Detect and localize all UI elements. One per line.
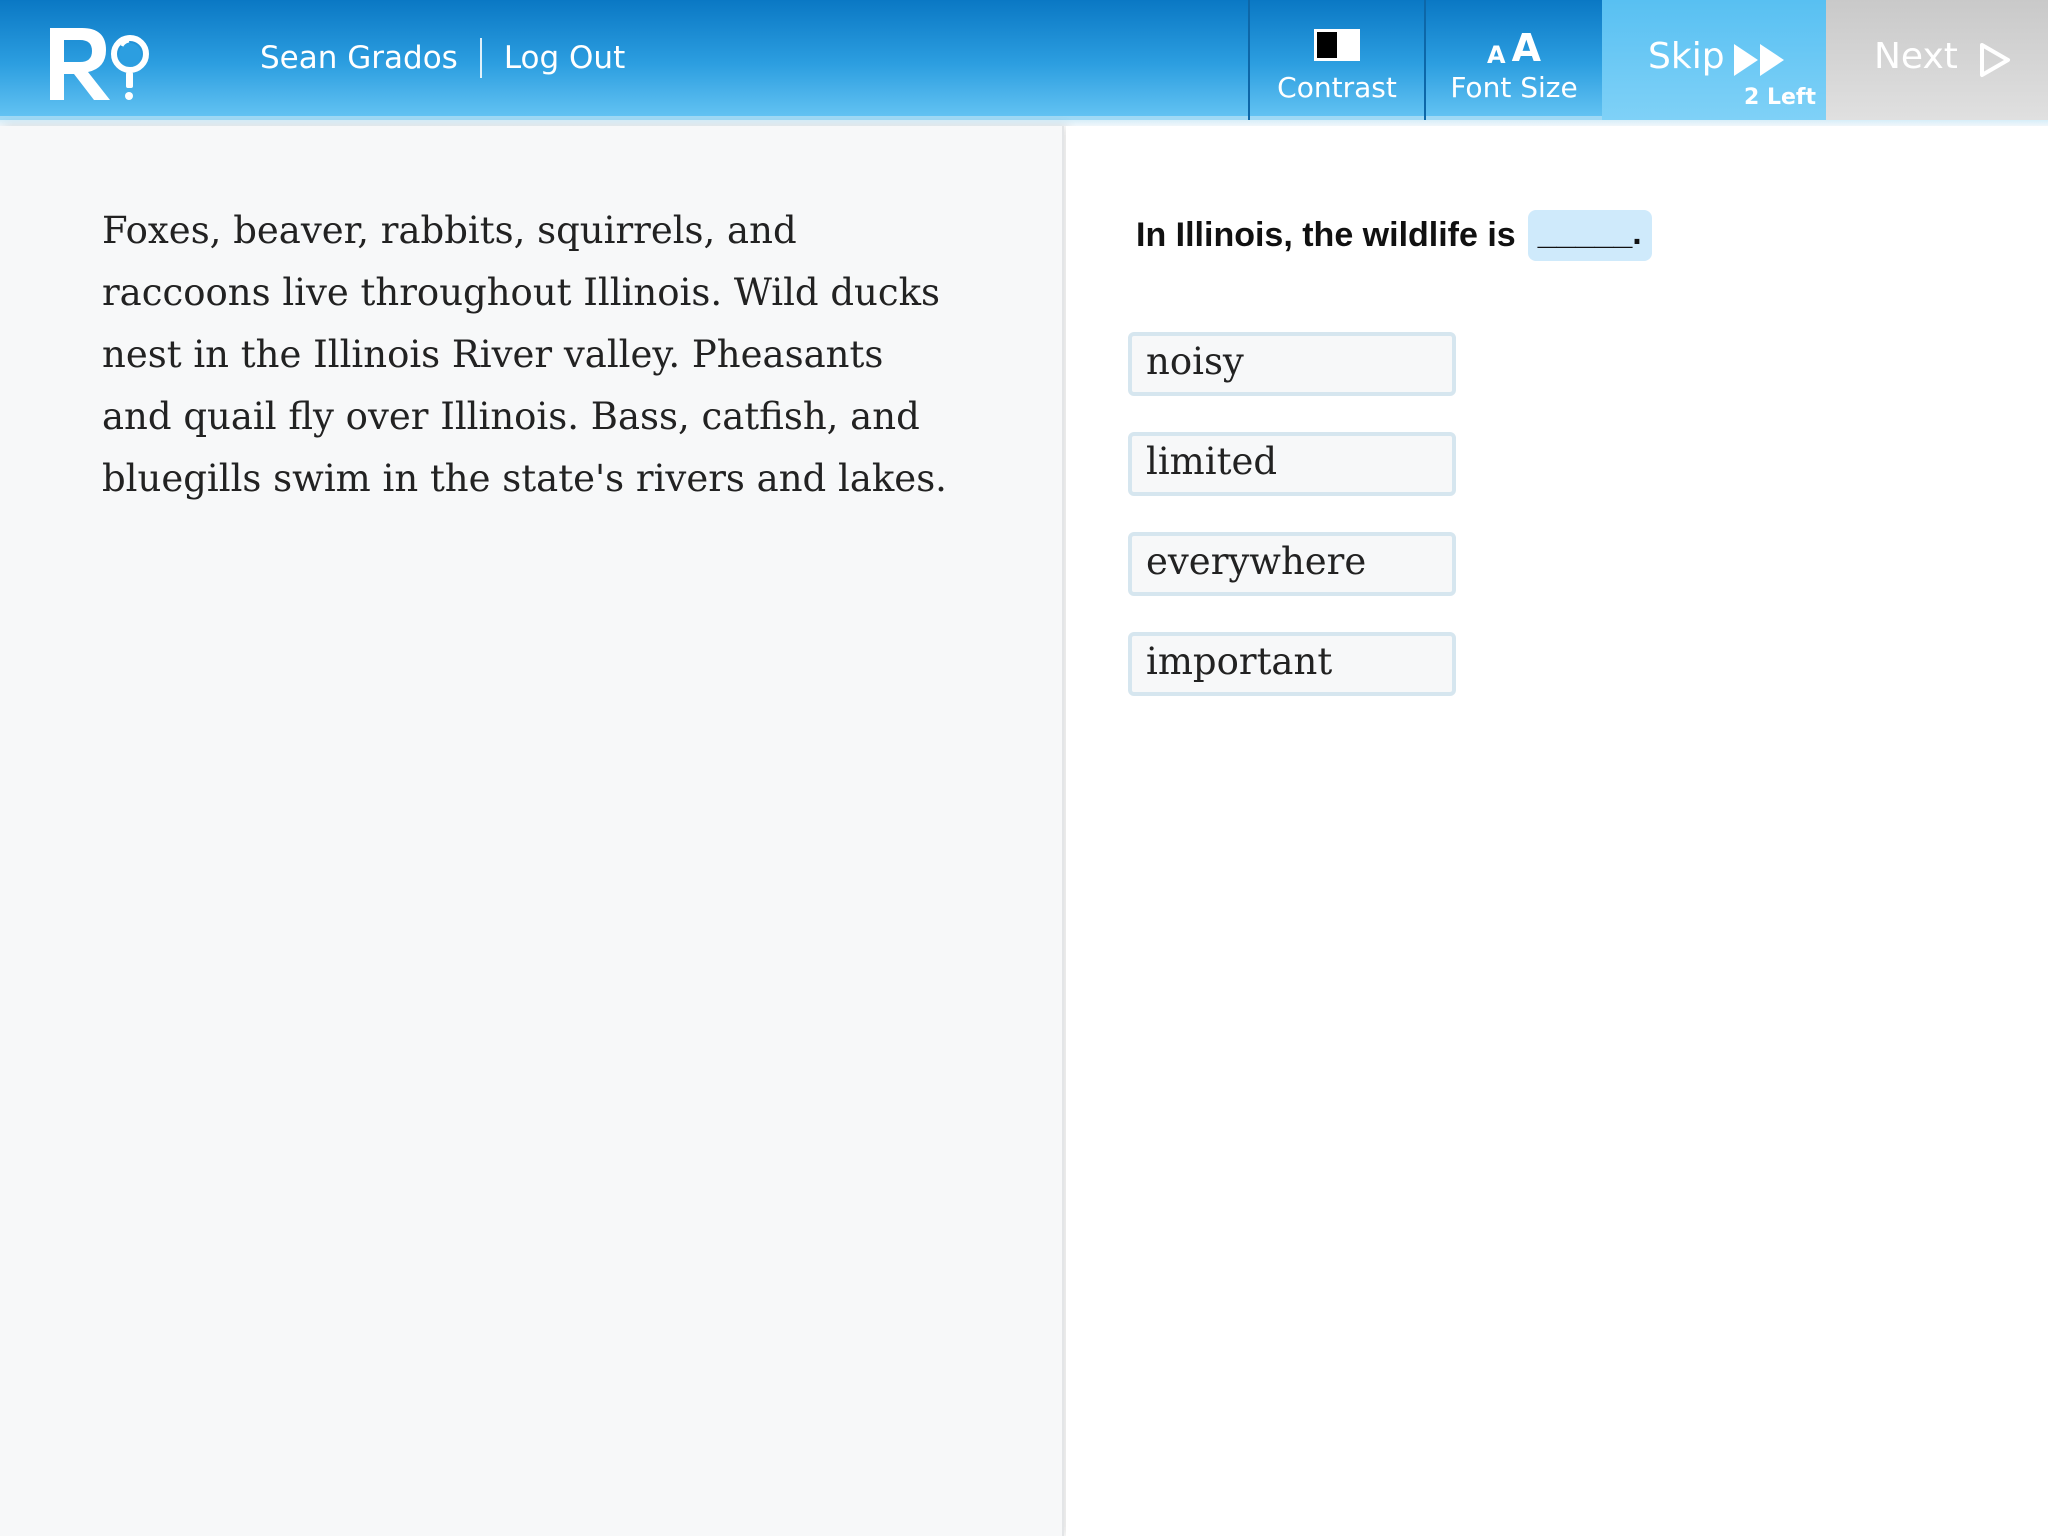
play-arrow-icon bbox=[1980, 43, 2010, 77]
answer-options: noisy limited everywhere important bbox=[1128, 332, 1456, 732]
skip-button[interactable]: Skip 2 Left bbox=[1602, 0, 1826, 120]
answer-option-important[interactable]: important bbox=[1128, 632, 1456, 696]
next-button[interactable]: Next bbox=[1826, 0, 2048, 120]
skip-label: Skip bbox=[1648, 36, 1725, 77]
app-logo-icon[interactable] bbox=[48, 24, 158, 104]
contrast-label: Contrast bbox=[1277, 71, 1397, 104]
font-size-icon: A A bbox=[1487, 26, 1541, 70]
question-text: In Illinois, the wildlife is bbox=[1136, 216, 1516, 254]
logout-link[interactable]: Log Out bbox=[482, 40, 625, 76]
answer-option-limited[interactable]: limited bbox=[1128, 432, 1456, 496]
next-label: Next bbox=[1874, 36, 1958, 77]
answer-option-everywhere[interactable]: everywhere bbox=[1128, 532, 1456, 596]
contrast-icon bbox=[1314, 29, 1360, 61]
fast-forward-icon bbox=[1734, 44, 1784, 76]
font-size-label: Font Size bbox=[1450, 71, 1578, 104]
font-size-button[interactable]: A A Font Size bbox=[1424, 0, 1602, 120]
user-nav: Sean Grados Log Out bbox=[260, 38, 625, 78]
question-panel: In Illinois, the wildlife is _____. nois… bbox=[1066, 126, 2048, 1536]
user-name: Sean Grados bbox=[260, 40, 458, 76]
contrast-button[interactable]: Contrast bbox=[1248, 0, 1424, 120]
nav-divider bbox=[479, 38, 482, 78]
question-prompt: In Illinois, the wildlife is _____. bbox=[1136, 210, 1652, 261]
passage-panel: Foxes, beaver, rabbits, squirrels, and r… bbox=[0, 126, 1064, 1536]
top-toolbar: Sean Grados Log Out Contrast A A Font Si… bbox=[0, 0, 2048, 120]
answer-blank: _____. bbox=[1527, 210, 1652, 261]
passage-text: Foxes, beaver, rabbits, squirrels, and r… bbox=[102, 209, 947, 500]
answer-option-noisy[interactable]: noisy bbox=[1128, 332, 1456, 396]
skip-remaining-count: 2 Left bbox=[1744, 85, 1816, 110]
